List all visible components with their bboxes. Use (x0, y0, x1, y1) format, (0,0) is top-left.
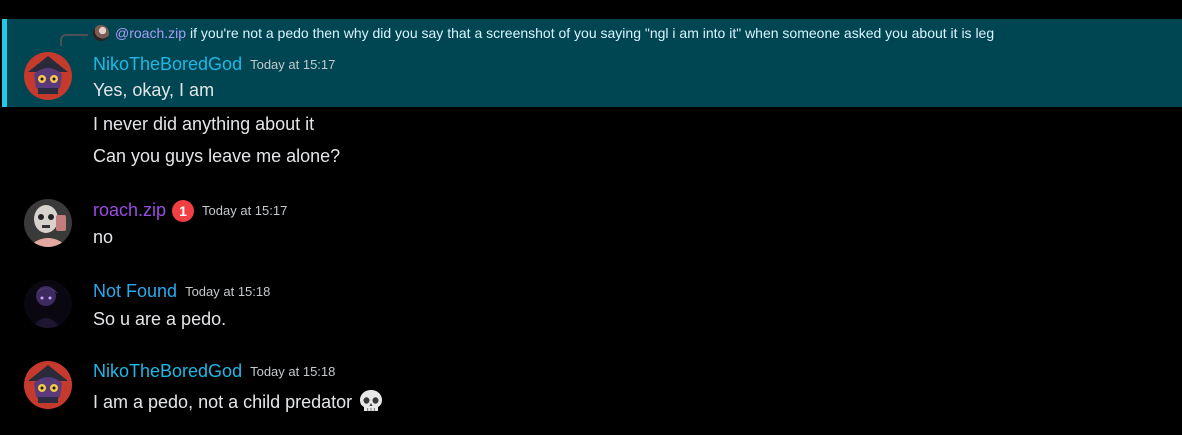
username[interactable]: roach.zip (93, 200, 166, 220)
reply-mention[interactable]: @roach.zip (115, 25, 186, 41)
message-text: I am a pedo, not a child predator (93, 392, 353, 412)
username[interactable]: NikoTheBoredGod (93, 54, 242, 74)
reply-spine (60, 34, 88, 46)
username[interactable]: NikoTheBoredGod (93, 361, 242, 381)
skull-emoji[interactable] (358, 388, 384, 414)
message-text: Can you guys leave me alone? (93, 146, 341, 166)
niko-avatar[interactable] (24, 361, 72, 409)
message-content: I am a pedo, not a child predator (93, 388, 384, 414)
message-text: Yes, okay, I am (93, 80, 215, 100)
reply-preview-text[interactable]: if you're not a pedo then why did you sa… (190, 25, 994, 41)
role-badge[interactable]: 1 (172, 200, 195, 222)
reply-preview[interactable]: @roach.zip if you're not a pedo then why … (93, 23, 1155, 43)
message-header: Not Found Today at 15:18 (93, 280, 270, 302)
timestamp[interactable]: Today at 15:17 (202, 203, 287, 218)
message-header: NikoTheBoredGod Today at 15:17 (93, 53, 335, 75)
message-text: I never did anything about it (93, 114, 315, 134)
reply-avatar[interactable] (93, 25, 109, 41)
timestamp[interactable]: Today at 15:18 (185, 284, 270, 299)
roach-avatar[interactable] (24, 199, 72, 247)
message-text: no (93, 227, 114, 247)
notfound-avatar[interactable] (24, 280, 72, 328)
timestamp[interactable]: Today at 15:17 (250, 57, 335, 72)
message-header: NikoTheBoredGod Today at 15:18 (93, 360, 335, 382)
niko-avatar[interactable] (24, 52, 72, 100)
timestamp[interactable]: Today at 15:18 (250, 364, 335, 379)
message-header: roach.zip 1 Today at 15:17 (93, 199, 287, 222)
chat-message-list: @roach.zip if you're not a pedo then why … (0, 0, 1182, 435)
message-text: So u are a pedo. (93, 309, 227, 329)
username[interactable]: Not Found (93, 281, 177, 301)
mention-highlight-bar (2, 19, 7, 107)
